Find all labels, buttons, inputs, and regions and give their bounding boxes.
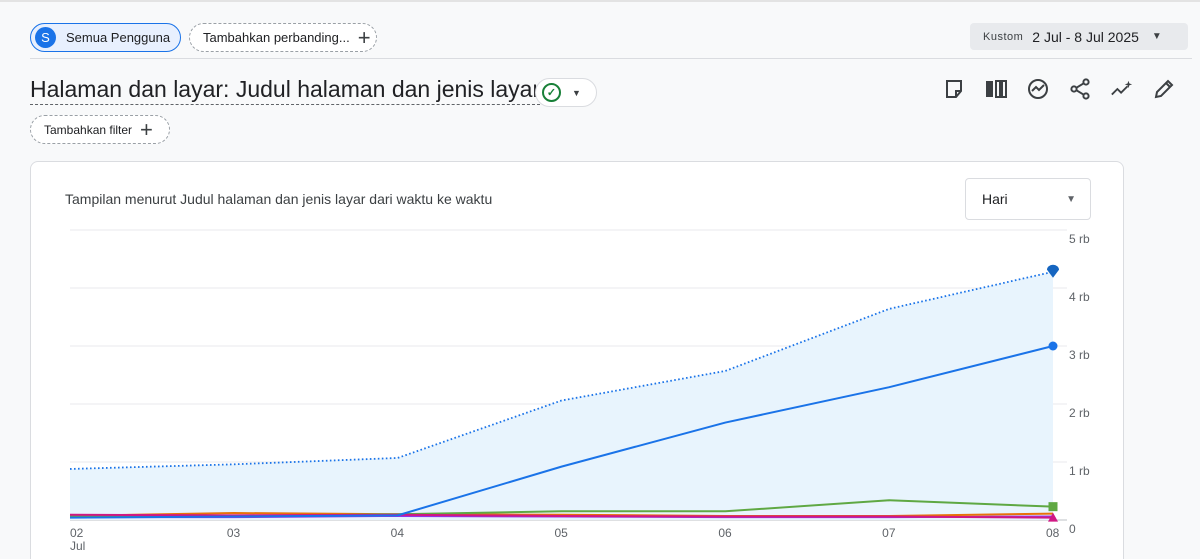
- y-tick-label: 4 rb: [1069, 290, 1090, 304]
- area-fill: [70, 271, 1053, 520]
- x-tick-label: 08: [1046, 526, 1060, 540]
- x-tick-label: 04: [391, 526, 405, 540]
- y-tick-label: 2 rb: [1069, 406, 1090, 420]
- y-tick-label: 0: [1069, 522, 1076, 536]
- line-chart: 0 1 rb 2 rb 3 rb 4 rb 5 rb 02 03 04 05 06 07 08 Jul: [69, 229, 1090, 553]
- y-tick-label: 3 rb: [1069, 348, 1090, 362]
- x-tick-label: 07: [882, 526, 896, 540]
- series-end-marker: [1048, 341, 1058, 351]
- x-tick-label: 06: [718, 526, 732, 540]
- x-tick-sublabel: Jul: [70, 539, 85, 553]
- series-end-marker: [1048, 502, 1058, 512]
- x-tick-label: 02: [70, 526, 84, 540]
- x-tick-label: 05: [555, 526, 569, 540]
- y-tick-label: 1 rb: [1069, 464, 1090, 478]
- x-tick-label: 03: [227, 526, 241, 540]
- y-tick-label: 5 rb: [1069, 232, 1090, 246]
